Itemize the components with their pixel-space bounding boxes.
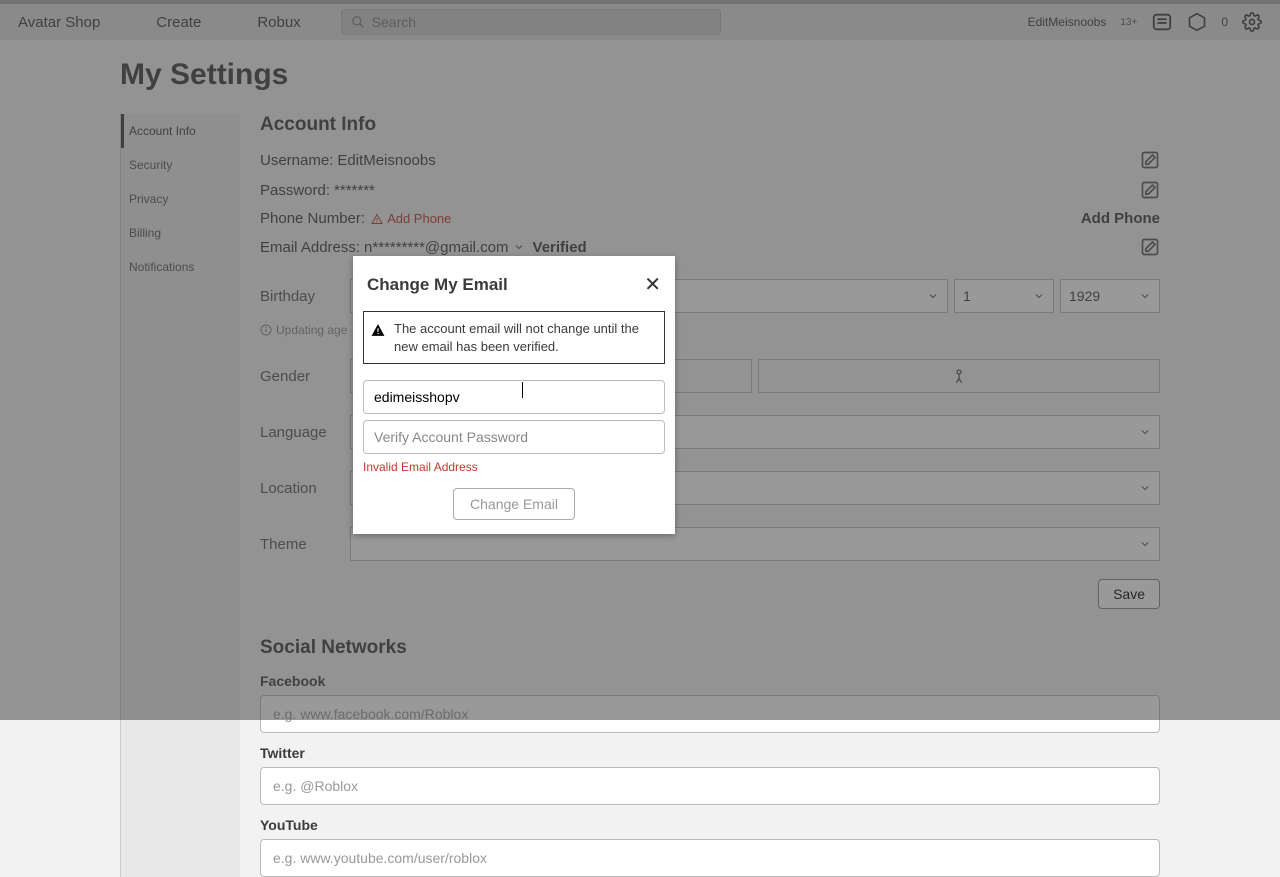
verify-password-input[interactable] (363, 420, 665, 454)
modal-footer: Change Email (363, 488, 665, 520)
new-email-input[interactable] (363, 380, 665, 414)
modal-alert: The account email will not change until … (363, 311, 665, 364)
text-cursor (522, 382, 523, 398)
modal-title: Change My Email (367, 275, 508, 295)
modal-header: Change My Email ✕ (353, 256, 675, 311)
modal-error-text: Invalid Email Address (363, 460, 665, 474)
alert-warning-icon (371, 323, 385, 342)
modal-alert-text: The account email will not change until … (394, 321, 639, 354)
modal-close-button[interactable]: ✕ (644, 272, 661, 297)
modal-body: The account email will not change until … (353, 311, 675, 534)
change-email-button[interactable]: Change Email (453, 488, 575, 520)
twitter-input[interactable] (260, 767, 1160, 805)
twitter-group: Twitter (260, 745, 1160, 805)
youtube-group: YouTube (260, 817, 1160, 877)
change-email-modal: Change My Email ✕ The account email will… (353, 256, 675, 534)
youtube-input[interactable] (260, 839, 1160, 877)
youtube-label: YouTube (260, 817, 1160, 833)
twitter-label: Twitter (260, 745, 1160, 761)
